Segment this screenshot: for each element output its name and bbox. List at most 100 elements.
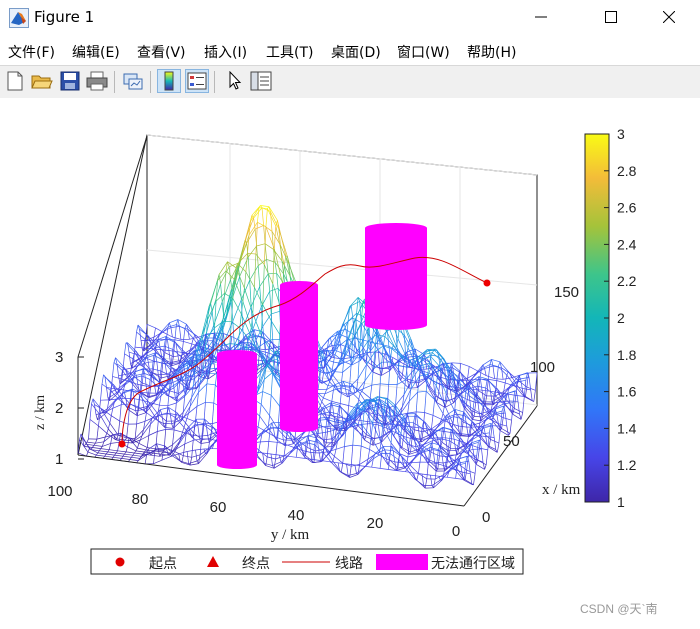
colorbar[interactable]: 11.21.41.61.822.22.42.62.83 [585,126,637,510]
mesh-line [373,423,381,442]
menu-view[interactable]: 查看(V) [137,42,186,62]
mesh-line [125,440,133,441]
mesh-line [111,416,119,421]
mesh-line [486,437,495,438]
mesh-line [497,367,499,381]
mesh-line [365,435,367,441]
mesh-line [422,361,424,367]
toolbar-separator [214,71,215,93]
menu-desktop[interactable]: 桌面(D) [331,42,381,62]
menu-tools[interactable]: 工具(T) [266,42,313,62]
mesh-line [488,418,490,419]
mesh-line [350,422,352,424]
mesh-line [260,287,262,308]
mesh-line [347,464,349,476]
mesh-line [147,436,149,448]
edit-plot-button[interactable] [223,69,247,93]
mesh-line [116,451,118,453]
mesh-line [145,455,147,464]
mesh-line [474,389,483,390]
mesh-line [92,448,100,449]
menu-edit[interactable]: 编辑(E) [72,42,120,62]
mesh-line [418,391,427,392]
menu-help[interactable]: 帮助(H) [467,42,516,62]
print-button[interactable] [85,69,109,93]
colorbar-tick-label: 2.6 [617,200,637,216]
mesh-line [183,427,185,432]
save-button[interactable] [58,69,82,93]
mesh-line [281,462,283,463]
mesh-line [205,402,213,403]
mesh-line [246,253,248,272]
legend[interactable]: 起点 终点 线路 无法通行区域 [91,549,523,574]
mesh-line [268,416,270,428]
maximize-button[interactable] [588,0,634,34]
mesh-line [380,384,389,385]
mesh-line [157,444,165,446]
new-figure-button[interactable] [3,69,27,93]
plot-area[interactable]: 3 2 1 z / km 100 80 60 40 20 0 y / km 0 … [0,98,700,625]
mesh-line [169,351,177,352]
mesh-line [416,392,418,412]
colorbar-tick-label: 1.2 [617,457,637,473]
mesh-line [527,387,536,390]
menu-window[interactable]: 窗口(W) [397,42,450,62]
mesh-line [473,420,482,421]
link-plot-icon [122,71,144,91]
mesh-line [534,390,536,401]
insert-legend-button[interactable] [185,69,209,93]
mesh-line [165,364,167,374]
y-tick-label: 20 [367,515,384,532]
mesh-line [271,395,279,406]
mesh-line [233,300,242,321]
minimize-button[interactable] [518,0,564,34]
close-button[interactable] [646,0,692,34]
mesh-line [100,409,102,414]
mesh-line [492,413,494,425]
mesh-line [348,387,350,397]
mesh-line [221,284,223,302]
menu-file[interactable]: 文件(F) [8,42,55,62]
mesh-line [334,355,336,362]
mesh-line [368,453,376,459]
mesh-line [350,384,352,391]
mesh-line [505,413,507,426]
mesh-line [261,392,263,405]
mesh-line [409,388,418,389]
colorbar-tick-label: 2 [617,310,625,326]
mesh-line [265,244,267,260]
mesh-line [272,423,274,428]
mesh-line [122,456,124,458]
mesh-line [343,447,345,464]
mesh-line [264,225,266,243]
mesh-line [348,421,350,422]
mesh-line [260,337,262,351]
mesh-line [117,439,125,440]
mesh-line [359,394,361,400]
mesh-line [309,440,311,452]
insert-colorbar-button[interactable] [157,69,181,93]
figure-canvas[interactable]: 3 2 1 z / km 100 80 60 40 20 0 y / km 0 … [0,98,700,625]
mesh-line [461,363,470,366]
open-file-button[interactable] [30,69,54,93]
mesh-line [102,443,110,446]
mesh-line [397,471,405,472]
z-axis-label: z / km [33,395,48,430]
property-inspector-button[interactable] [249,69,273,93]
mesh-line [183,444,185,456]
mesh-line [135,332,137,347]
insert-colorbar-icon [162,71,176,91]
mesh-line [199,435,207,436]
mesh-line [322,427,324,440]
mesh-line [323,357,325,358]
mesh-line [244,272,246,288]
mesh-line [497,381,505,383]
menu-insert[interactable]: 插入(I) [204,42,247,62]
mesh-line [92,445,94,447]
link-plot-button[interactable] [121,69,145,93]
mesh-line [449,448,451,455]
mesh-line [155,419,163,423]
mesh-line [430,475,438,476]
y-tick-label: 40 [288,507,305,524]
mesh-line [248,253,256,254]
